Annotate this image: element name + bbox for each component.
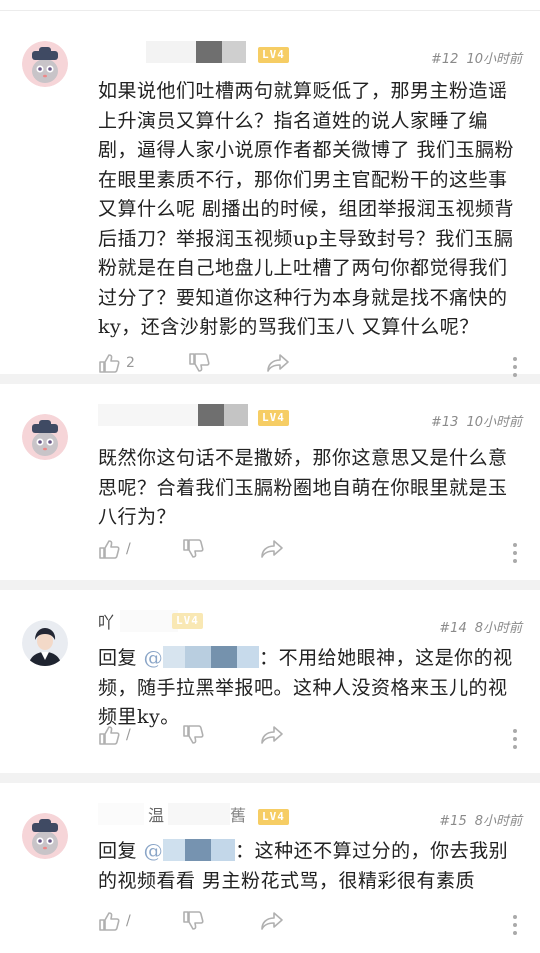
username-blurred[interactable]: 温 舊 [98,803,246,825]
bunny-avatar-icon [22,41,68,87]
avatar[interactable] [22,813,68,859]
share-icon [261,912,283,930]
share-button[interactable] [260,539,284,559]
comment-item: LV4 #13 10小时前 既然你这句话不是撒娇，那你这意思又是什么意思呢？合着我… [0,384,540,590]
share-icon [267,354,289,372]
share-icon [261,540,283,558]
share-button[interactable] [260,911,284,931]
comment-text: 如果说他们吐槽两句就算贬低了，那男主粉造谣上升演员又算什么？指名道姓的说人家睡了… [98,80,515,338]
timestamp: 8小时前 [474,621,522,636]
floor-number: #13 [431,415,459,430]
more-icon[interactable] [512,915,518,939]
comment-text: 既然你这句话不是撒娇，那你这意思又是什么意思呢？合着我们玉膈粉圈地自萌在你眼里就… [98,447,508,528]
dislike-button[interactable] [182,725,204,745]
floor-meta: #15 8小时前 [439,810,522,829]
comment-reply-text: 回复 @ ：不用给她眼神，这是你的视频，随手拉黑举报吧。这种人没资格来玉儿的视频里… [98,644,520,733]
username-blurred[interactable] [98,404,248,426]
like-button[interactable]: / [98,539,131,559]
mention-link[interactable]: @ [144,839,236,862]
level-badge: LV4 [172,613,203,629]
dislike-icon [183,539,204,558]
like-count: / [126,727,131,743]
comment-item: 吖 LV4 #14 8小时前 回复 @ ：不用给她眼神，这是你的视频，随手拉黑举报吧… [0,590,540,783]
dislike-button[interactable] [182,539,204,559]
comment-item: LV4 #12 10小时前 如果说他们吐槽两句就算贬低了，那男主粉造谣上升演员又算… [0,11,540,384]
floor-meta: #13 10小时前 [431,411,522,430]
bunny-avatar-icon [22,813,68,859]
reply-prefix: 回复 [98,647,138,669]
floor-number: #15 [439,814,467,829]
dislike-button[interactable] [182,911,204,931]
share-button[interactable] [266,353,290,373]
like-count: / [126,913,131,929]
dislike-icon [183,725,204,744]
dislike-icon [183,911,204,930]
share-button[interactable] [260,725,284,745]
like-count: 2 [126,355,135,371]
top-divider [0,0,540,11]
reply-prefix: 回复 [98,840,138,862]
avatar[interactable] [22,41,68,87]
level-badge: LV4 [258,809,289,825]
avatar[interactable] [22,414,68,460]
timestamp: 10小时前 [466,52,522,67]
like-icon [99,912,120,931]
like-count: / [126,541,131,557]
like-button[interactable]: / [98,725,131,745]
avatar[interactable] [22,620,68,666]
username-blurred[interactable]: 吖 [98,610,179,632]
like-icon [99,726,120,745]
more-icon[interactable] [512,729,518,753]
level-badge: LV4 [258,47,289,63]
like-button[interactable]: 2 [98,353,135,373]
mention-link[interactable]: @ [144,646,260,669]
like-icon [99,540,120,559]
comment-reply-text: 回复 @ ：这种还不算过分的，你去我别的视频看看 男主粉花式骂，很精彩很有素质 [98,837,520,896]
level-badge: LV4 [258,410,289,426]
like-button[interactable]: / [98,911,131,931]
dislike-button[interactable] [188,353,210,373]
username-blurred[interactable] [98,41,246,63]
floor-number: #14 [439,621,467,636]
floor-number: #12 [431,52,459,67]
comment-item: 温 舊 LV4 #15 8小时前 回复 @ ：这种还不算过分的，你去我别的视频看看 … [0,783,540,943]
more-icon[interactable] [512,543,518,567]
bunny-avatar-icon [22,414,68,460]
more-icon[interactable] [512,357,518,381]
floor-meta: #14 8小时前 [439,617,522,636]
timestamp: 8小时前 [474,814,522,829]
dislike-icon [189,353,210,372]
share-icon [261,726,283,744]
person-avatar-icon [22,620,68,666]
floor-meta: #12 10小时前 [431,48,522,67]
like-icon [99,354,120,373]
timestamp: 10小时前 [466,415,522,430]
